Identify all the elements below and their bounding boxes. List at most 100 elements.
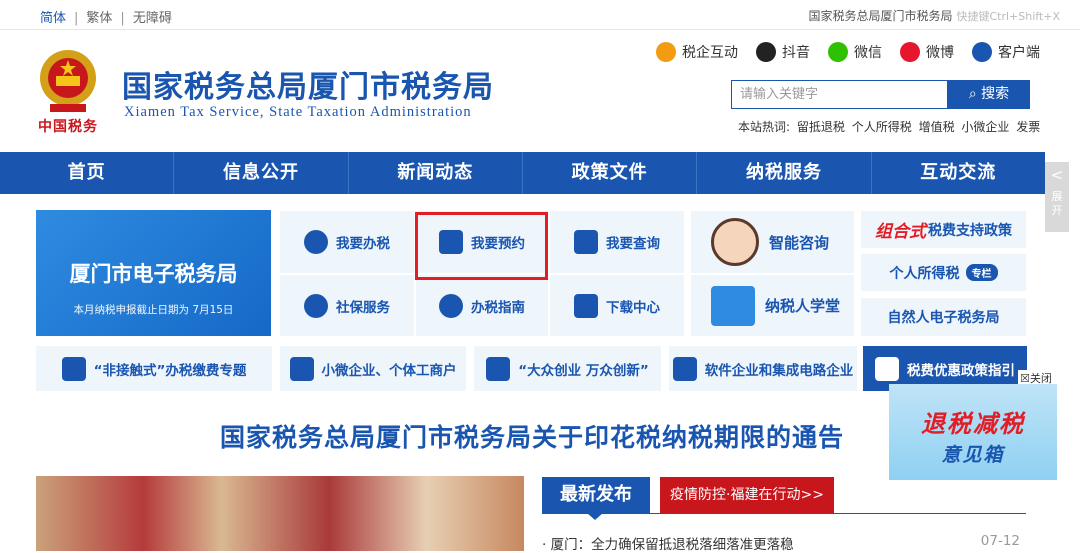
- top-bar: 简体 | 繁体 | 无障碍 国家税务总局厦门市税务局 快捷键Ctrl+Shift+X: [0, 0, 1080, 30]
- language-switch: 简体 | 繁体 | 无障碍: [36, 7, 176, 26]
- hot-word-link[interactable]: 发票: [1016, 120, 1040, 134]
- mobile-app-icon: [972, 42, 992, 62]
- tab-indicator: [587, 513, 603, 520]
- nav-item-interaction[interactable]: 互动交流: [872, 152, 1045, 194]
- hot-words: 本站热词: 留抵退税 个人所得税 增值税 小微企业 发票: [738, 118, 1043, 135]
- social-label: 微博: [926, 45, 954, 61]
- divider: [542, 513, 1026, 514]
- weibo-icon: [900, 42, 920, 62]
- service-label: 下载中心: [606, 299, 660, 316]
- wechat-icon: [828, 42, 848, 62]
- service-guide[interactable]: 办税指南: [416, 275, 548, 336]
- promo-combo-rest: 税费支持政策: [928, 222, 1012, 239]
- float-ad-banner[interactable]: 退税减税 意见箱: [889, 384, 1057, 480]
- float-ad-line1: 退税减税: [921, 410, 1025, 438]
- assistant-avatar-icon: [711, 218, 759, 266]
- promo-iit[interactable]: 个人所得税 专栏: [861, 254, 1026, 291]
- topic-label: 软件企业和集成电路企业: [704, 362, 854, 379]
- social-item-app[interactable]: 客户端: [972, 42, 1040, 62]
- social-item-weibo[interactable]: 微博: [900, 42, 954, 62]
- nav-item-policy[interactable]: 政策文件: [523, 152, 698, 194]
- douyin-icon: [756, 42, 776, 62]
- topic-label: “非接触式”办税缴费专题: [93, 362, 247, 379]
- news-date: 07-12: [980, 533, 1020, 549]
- news-photo[interactable]: [36, 476, 524, 551]
- shortcut-hint: 快捷键Ctrl+Shift+X: [956, 10, 1060, 23]
- main-nav: 首页 信息公开 新闻动态 政策文件 纳税服务 互动交流: [0, 152, 1045, 194]
- brand-logo-text: 中国税务: [38, 119, 98, 135]
- assist-label: 智能咨询: [769, 233, 830, 252]
- divider: |: [74, 11, 79, 26]
- service-label: 我要办税: [336, 236, 390, 252]
- service-handle-tax[interactable]: 我要办税: [280, 211, 414, 273]
- list-item[interactable]: · 厦门：全力确保留抵退税落细落准更落稳 07-12: [542, 533, 1026, 553]
- search-icon: ⌕: [968, 86, 977, 102]
- tax-handle-icon: [304, 230, 328, 254]
- social-security-icon: [304, 293, 328, 318]
- nav-item-news[interactable]: 新闻动态: [349, 152, 523, 194]
- hot-word-link[interactable]: 个人所得税: [852, 120, 912, 134]
- social-label: 抖音: [782, 45, 810, 61]
- search-button[interactable]: ⌕ 搜索: [948, 80, 1030, 109]
- hot-word-link[interactable]: 小微企业: [961, 120, 1009, 134]
- topic-label: 税费优惠政策指引: [907, 362, 1015, 379]
- lang-simplified-link[interactable]: 简体: [36, 11, 70, 26]
- national-emblem-icon: [40, 50, 96, 112]
- accessibility-link[interactable]: 无障碍: [129, 11, 176, 26]
- highlight-box: [415, 212, 548, 280]
- topic-small-business[interactable]: 小微企业、个体工商户: [280, 346, 466, 391]
- promo-iit-label: 个人所得税: [889, 265, 960, 282]
- book-pen-icon: [711, 285, 755, 326]
- chevron-left-icon: <: [1050, 166, 1064, 184]
- service-label: 我要查询: [606, 236, 660, 252]
- service-download[interactable]: 下载中心: [550, 275, 684, 336]
- search-input[interactable]: 请输入关键字: [731, 80, 948, 109]
- search-button-label: 搜索: [981, 86, 1010, 102]
- person-icon: [289, 356, 314, 381]
- tab-latest[interactable]: 最新发布: [542, 477, 650, 513]
- social-label: 税企互动: [682, 45, 738, 61]
- promo-iit-tag: 专栏: [965, 264, 998, 281]
- topic-label: “大众创业 万众创新”: [518, 362, 649, 379]
- building-icon: [672, 356, 697, 381]
- social-item-interaction[interactable]: 税企互动: [656, 42, 738, 62]
- topbar-site-name: 国家税务总局厦门市税务局: [808, 9, 953, 23]
- service-query[interactable]: 我要查询: [550, 211, 684, 273]
- service-label: 办税指南: [471, 299, 525, 316]
- compass-icon: [439, 293, 463, 318]
- taxpayer-school-tile[interactable]: 纳税人学堂: [691, 275, 854, 336]
- document-search-icon: [574, 230, 598, 254]
- download-icon: [574, 293, 598, 318]
- topic-software-ic[interactable]: 软件企业和集成电路企业: [669, 346, 857, 391]
- nav-item-tax-service[interactable]: 纳税服务: [697, 152, 872, 194]
- social-item-douyin[interactable]: 抖音: [756, 42, 810, 62]
- hot-word-link[interactable]: 增值税: [919, 120, 955, 134]
- topic-label: 小微企业、个体工商户: [321, 362, 457, 379]
- social-item-wechat[interactable]: 微信: [828, 42, 882, 62]
- promo-combo-policy[interactable]: 组合式 税费支持政策: [861, 211, 1026, 248]
- expand-label: 展: [1051, 190, 1063, 203]
- service-social-security[interactable]: 社保服务: [280, 275, 414, 336]
- hot-word-link[interactable]: 留抵退税: [797, 120, 845, 134]
- etax-bureau-banner[interactable]: 厦门市电子税务局 本月纳税申报截止日期为 7月15日: [36, 210, 271, 336]
- people-icon: [486, 356, 511, 381]
- smart-consult-tile[interactable]: 智能咨询: [691, 211, 854, 273]
- divider: |: [120, 11, 125, 26]
- headline-notice[interactable]: 国家税务总局厦门市税务局关于印花税纳税期限的通告: [220, 418, 844, 454]
- nav-item-info-disclosure[interactable]: 信息公开: [174, 152, 349, 194]
- social-label: 微信: [854, 45, 882, 61]
- etax-title: 厦门市电子税务局: [69, 262, 238, 286]
- tab-epidemic[interactable]: 疫情防控·福建在行动>>: [660, 477, 834, 513]
- nav-item-home[interactable]: 首页: [0, 152, 175, 194]
- promo-natural-person-etax[interactable]: 自然人电子税务局: [861, 298, 1026, 336]
- site-title-en: Xiamen Tax Service, State Taxation Admin…: [124, 104, 472, 120]
- topbar-right: 国家税务总局厦门市税务局 快捷键Ctrl+Shift+X: [808, 7, 1060, 24]
- social-links: 税企互动 抖音 微信 微博 客户端: [656, 42, 1040, 62]
- topic-contactless[interactable]: “非接触式”办税缴费专题: [36, 346, 272, 391]
- expand-label: 开: [1051, 204, 1063, 217]
- topic-innovation[interactable]: “大众创业 万众创新”: [474, 346, 661, 391]
- site-title[interactable]: 国家税务总局厦门市税务局: [122, 62, 494, 106]
- assist-label: 纳税人学堂: [765, 297, 841, 315]
- lang-traditional-link[interactable]: 繁体: [82, 11, 116, 26]
- side-expand-toggle[interactable]: < 展 开: [1045, 162, 1069, 232]
